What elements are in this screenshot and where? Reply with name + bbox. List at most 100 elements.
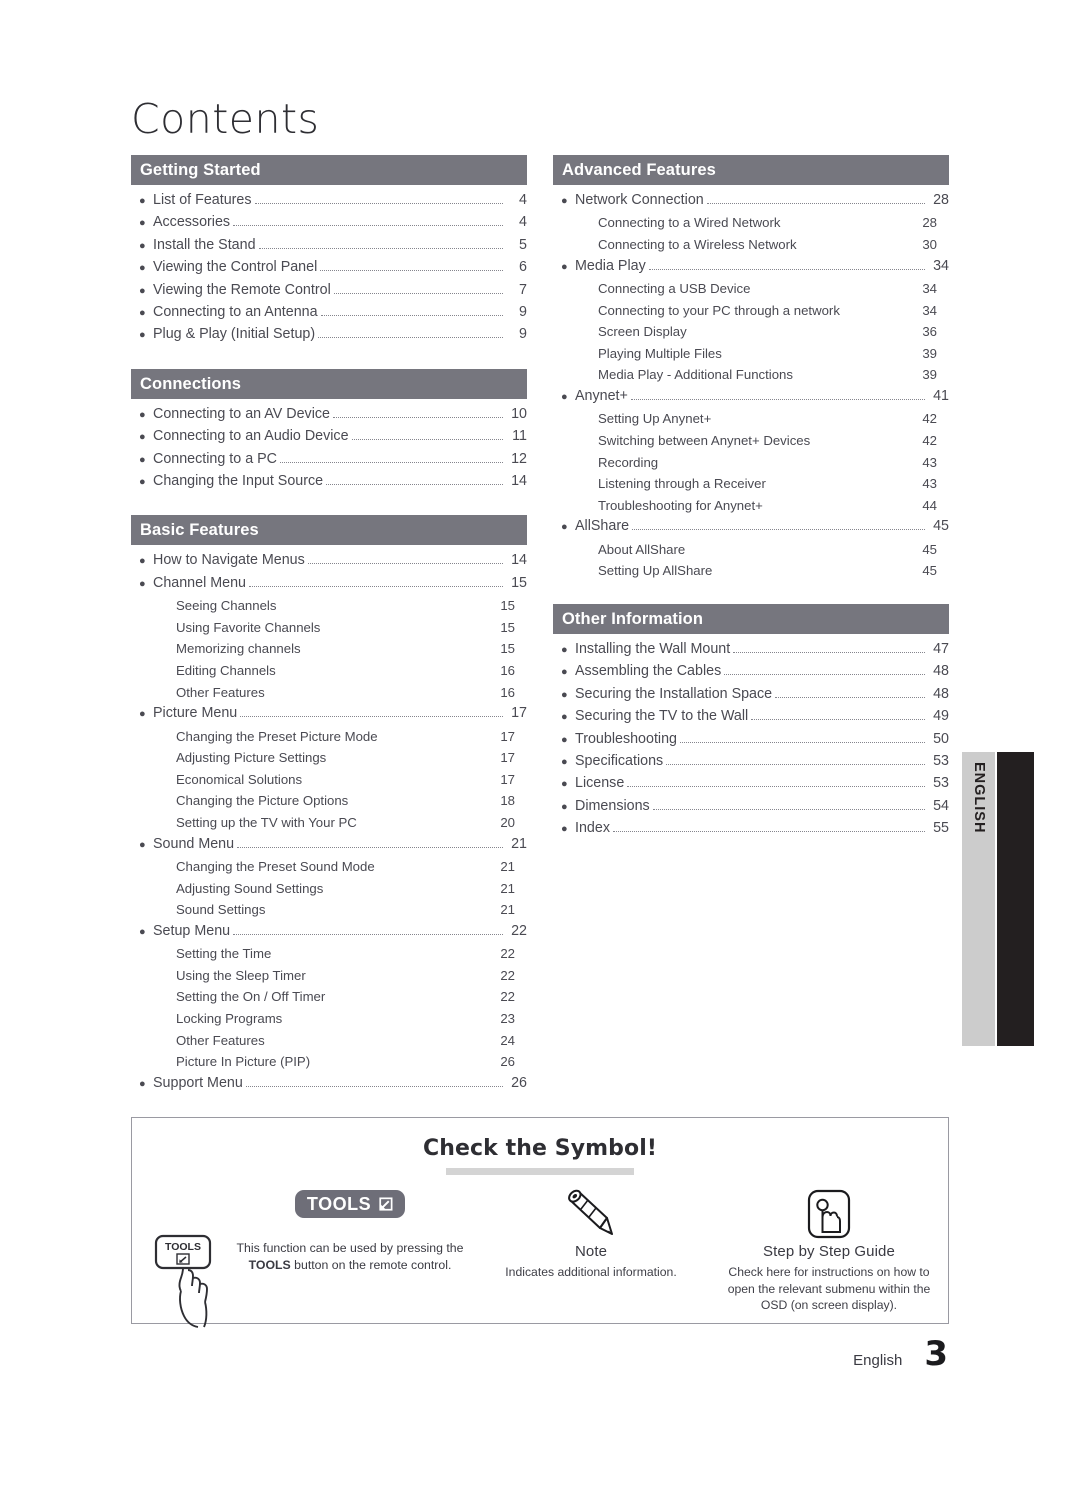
dotted-leader [258, 247, 503, 249]
toc-entry[interactable]: ● Anynet+ 41 [553, 386, 949, 408]
toc-entry-page-number: 22 [500, 967, 515, 983]
toc-entry[interactable]: Seeing Channels 15 [131, 595, 527, 617]
toc-entry[interactable]: ● How to Navigate Menus 14 [131, 550, 527, 572]
toc-entry[interactable]: Switching between Anynet+ Devices 42 [553, 430, 949, 452]
toc-entry[interactable]: ● Connecting to an Audio Device 11 [131, 426, 527, 448]
bullet-icon: ● [561, 195, 568, 207]
toc-entry[interactable]: Changing the Preset Picture Mode 17 [131, 726, 527, 748]
remote-tools-key-icon: TOOLS [152, 1234, 238, 1334]
toc-entry[interactable]: ● List of Features 4 [131, 190, 527, 212]
toc-entry[interactable]: ● Viewing the Control Panel 6 [131, 257, 527, 279]
toc-entry[interactable]: Recording 43 [553, 452, 949, 474]
toc-entry-page-number: 34 [922, 302, 937, 318]
dotted-leader [733, 651, 925, 653]
toc-entry[interactable]: Other Features 16 [131, 682, 527, 704]
toc-entry[interactable]: Screen Display 36 [553, 321, 949, 343]
toc-entry[interactable]: Troubleshooting for Anynet+ 44 [553, 495, 949, 517]
dotted-leader [680, 741, 925, 743]
dotted-leader [245, 1085, 503, 1087]
bullet-icon: ● [561, 778, 568, 791]
toc-entry[interactable]: ● Sound Menu 21 [131, 834, 527, 856]
toc-entry[interactable]: ● Media Play 34 [553, 256, 949, 278]
toc-entry[interactable]: Connecting to your PC through a network 3… [553, 300, 949, 322]
dotted-leader [632, 528, 925, 531]
toc-entry[interactable]: ● Install the Stand 5 [131, 235, 527, 257]
toc-entry[interactable]: Connecting to a Wireless Network 30 [553, 234, 949, 256]
dotted-leader [351, 438, 503, 441]
toc-entry[interactable]: Setting Up Anynet+ 42 [553, 408, 949, 430]
toc-entry[interactable]: Picture In Picture (PIP) 26 [131, 1051, 527, 1073]
toc-entry[interactable]: Playing Multiple Files 39 [553, 343, 949, 365]
toc-entry-page-number: 28 [922, 215, 937, 231]
toc-entry[interactable]: Adjusting Picture Settings 17 [131, 747, 527, 769]
note-description: Indicates additional information. [505, 1265, 677, 1279]
toc-entry-title: Setting Up Anynet+ [598, 411, 712, 427]
toc-entry-title: How to Navigate Menus [153, 552, 305, 569]
toc-entry[interactable]: ● Support Menu 26 [131, 1073, 527, 1095]
toc-entry-title: Adjusting Picture Settings [176, 750, 327, 766]
toc-entry[interactable]: Sound Settings 21 [131, 899, 527, 921]
toc-section: Getting Started ● List of Features 4 ● Access… [131, 155, 527, 347]
toc-entry-title: Playing Multiple Files [598, 345, 722, 361]
bullet-icon: ● [561, 755, 568, 768]
toc-entry[interactable]: Connecting a USB Device 34 [553, 278, 949, 300]
bullet-icon: ● [139, 925, 146, 938]
toc-entry[interactable]: ● Picture Menu 17 [131, 703, 527, 725]
toc-entry[interactable]: Changing the Preset Sound Mode 21 [131, 856, 527, 878]
toc-entry-page-number: 48 [933, 685, 949, 702]
symbol-box-title-wrap: Check the Symbol! [132, 1136, 948, 1175]
toc-entry[interactable]: ● Connecting to an Antenna 9 [131, 302, 527, 324]
toc-entry[interactable]: Setting the Time 22 [131, 943, 527, 965]
toc-entry[interactable]: ● Viewing the Remote Control 7 [131, 280, 527, 302]
toc-entry[interactable]: ● Assembling the Cables 48 [553, 661, 949, 683]
pencil-icon [560, 1188, 622, 1245]
toc-entry[interactable]: ● Securing the TV to the Wall 49 [553, 706, 949, 728]
symbol-item-step-by-step: Step by Step Guide Check here for instru… [710, 1189, 948, 1314]
toc-entry[interactable]: Using the Sleep Timer 22 [131, 965, 527, 987]
toc-entry-title: Economical Solutions [176, 771, 303, 787]
page-footer: English 3 [853, 1337, 948, 1371]
toc-section-header: Other Information [553, 603, 949, 634]
toc-entry[interactable]: ● Index 55 [553, 818, 949, 840]
toc-entry[interactable]: ● Troubleshooting 50 [553, 729, 949, 751]
toc-entry[interactable]: Setting the On / Off Timer 22 [131, 986, 527, 1008]
bullet-icon: ● [561, 823, 568, 836]
toc-entry[interactable]: Editing Channels 16 [131, 660, 527, 682]
toc-entry[interactable]: Listening through a Receiver 43 [553, 473, 949, 495]
toc-entry[interactable]: Setting up the TV with Your PC 20 [131, 812, 527, 834]
toc-entry-page-number: 21 [511, 835, 527, 852]
toc-entry-title: Changing the Preset Picture Mode [176, 728, 378, 744]
toc-entry[interactable]: ● Connecting to an AV Device 10 [131, 404, 527, 426]
toc-entry[interactable]: ● License 53 [553, 773, 949, 795]
toc-entry[interactable]: ● Network Connection 28 [553, 190, 949, 212]
toc-entry[interactable]: ● Channel Menu 15 [131, 573, 527, 595]
toc-entry[interactable]: Memorizing channels 15 [131, 638, 527, 660]
toc-entry[interactable]: ● Installing the Wall Mount 47 [553, 639, 949, 661]
toc-entry[interactable]: Media Play - Additional Functions 39 [553, 364, 949, 386]
toc-entry[interactable]: ● Changing the Input Source 14 [131, 471, 527, 493]
toc-entry[interactable]: Other Features 24 [131, 1030, 527, 1052]
toc-entry[interactable]: Economical Solutions 17 [131, 769, 527, 791]
toc-entry[interactable]: About AllShare 45 [553, 539, 949, 561]
toc-entry[interactable]: Setting Up AllShare 45 [553, 560, 949, 582]
toc-entry[interactable]: ● AllShare 45 [553, 516, 949, 538]
toc-entry-list: ● Network Connection 28 Connecting to a Wir… [553, 185, 949, 582]
toc-entry[interactable]: Using Favorite Channels 15 [131, 617, 527, 639]
toc-entry[interactable]: ● Specifications 53 [553, 751, 949, 773]
dotted-leader [724, 673, 925, 676]
tools-description-bold: TOOLS [248, 1258, 291, 1272]
toc-entry[interactable]: Changing the Picture Options 18 [131, 790, 527, 812]
toc-entry-page-number: 42 [922, 411, 937, 427]
toc-entry[interactable]: ● Dimensions 54 [553, 796, 949, 818]
toc-entry-title: About AllShare [598, 541, 686, 557]
dotted-leader [320, 314, 503, 317]
toc-entry[interactable]: ● Plug & Play (Initial Setup) 9 [131, 324, 527, 346]
toc-entry[interactable]: Connecting to a Wired Network 28 [553, 212, 949, 234]
toc-entry[interactable]: ● Securing the Installation Space 48 [553, 684, 949, 706]
toc-entry-title: Support Menu [153, 1074, 243, 1091]
toc-entry[interactable]: ● Connecting to a PC 12 [131, 449, 527, 471]
toc-entry[interactable]: ● Accessories 4 [131, 212, 527, 234]
toc-entry[interactable]: Adjusting Sound Settings 21 [131, 878, 527, 900]
toc-entry[interactable]: ● Setup Menu 22 [131, 921, 527, 943]
toc-entry[interactable]: Locking Programs 23 [131, 1008, 527, 1030]
